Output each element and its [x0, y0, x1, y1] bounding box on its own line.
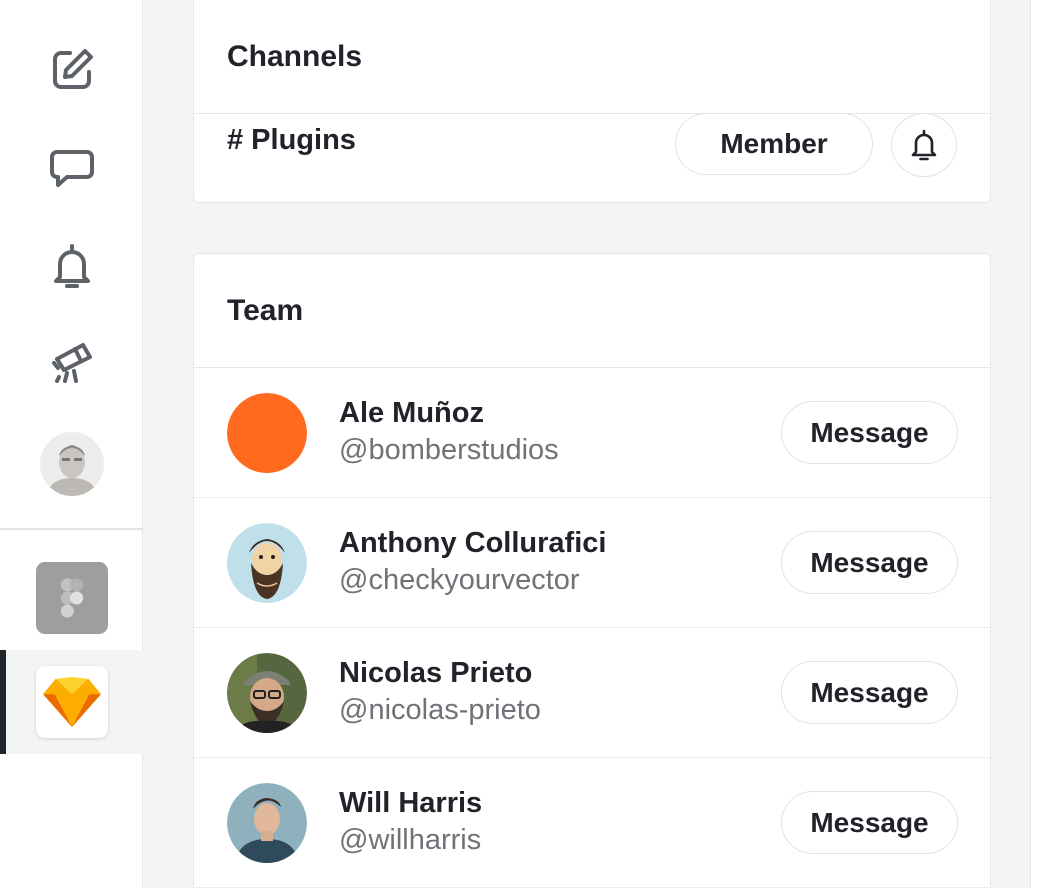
member-name: Ale Muñoz [339, 397, 484, 429]
member-name: Anthony Collurafici [339, 527, 607, 559]
member-name: Will Harris [339, 787, 483, 819]
notifications-bell-icon[interactable] [891, 113, 957, 177]
member-name: Nicolas Prieto [339, 657, 533, 689]
member-handle: @bomberstudios [339, 434, 559, 466]
team-title: Team [227, 294, 304, 327]
team-member-row: Ale Muñoz @bomberstudios Message [194, 368, 990, 498]
sidebar [0, 0, 143, 888]
member-handle: @nicolas-prieto [339, 694, 541, 726]
team-member-row: Will Harris @willharris Message [194, 758, 990, 888]
member-avatar [227, 393, 307, 473]
message-button[interactable]: Message [781, 791, 958, 854]
team-card: Team Ale Muñoz @bomberstudios Message An… [193, 253, 991, 888]
sketch-icon[interactable] [36, 666, 108, 738]
message-button[interactable]: Message [781, 531, 958, 594]
card-divider [194, 113, 990, 114]
team-member-row: Anthony Collurafici @checkyourvector Mes… [194, 498, 990, 628]
message-button[interactable]: Message [781, 661, 958, 724]
channels-card: Channels # Plugins Member [193, 0, 991, 203]
channels-title: Channels [227, 40, 363, 73]
member-button[interactable]: Member [675, 113, 873, 175]
sidebar-divider [0, 528, 143, 530]
member-handle: @checkyourvector [339, 564, 580, 596]
channel-name[interactable]: # Plugins [227, 124, 356, 157]
member-handle: @willharris [339, 824, 482, 856]
member-avatar [227, 783, 307, 863]
team-member-row: Nicolas Prieto @nicolas-prieto Message [194, 628, 990, 758]
telescope-icon[interactable] [40, 330, 104, 394]
member-avatar [227, 523, 307, 603]
scroll-gutter [1030, 0, 1042, 888]
figma-icon[interactable] [36, 562, 108, 634]
user-avatar[interactable] [40, 432, 104, 496]
message-button[interactable]: Message [781, 401, 958, 464]
member-avatar [227, 653, 307, 733]
compose-icon[interactable] [40, 38, 104, 102]
chat-icon[interactable] [40, 136, 104, 200]
bell-icon[interactable] [40, 234, 104, 298]
sketch-app-row[interactable] [0, 650, 143, 754]
